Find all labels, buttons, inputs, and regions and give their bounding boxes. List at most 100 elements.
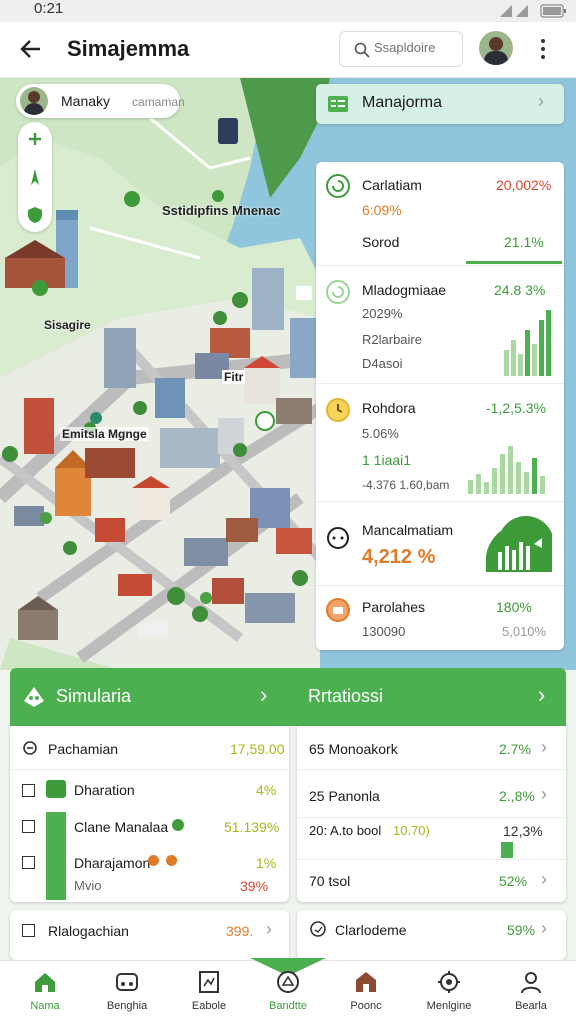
stat-sub: D4asoi bbox=[362, 356, 403, 371]
bus-icon bbox=[116, 973, 138, 991]
more-vert-icon[interactable] bbox=[539, 38, 547, 60]
simulation-row[interactable]: Dharajamon 1% Mvio 39% bbox=[10, 844, 289, 902]
map-label: Sisagire bbox=[44, 318, 91, 332]
nav-settings[interactable]: Menlgine bbox=[408, 960, 490, 1024]
signal-icon bbox=[500, 5, 528, 17]
stat-value: -1,2,5.3% bbox=[486, 400, 546, 416]
stat-card[interactable]: Carlatiam 20,002% 6:09% Sorod 21.1% bbox=[316, 162, 564, 266]
chevron-right-icon: › bbox=[541, 784, 547, 804]
simulation-row[interactable]: Dharation 4% bbox=[10, 770, 289, 808]
statistics-row[interactable]: 70 tsol 52% › bbox=[297, 860, 566, 902]
nav-simulation[interactable]: Bandtte bbox=[247, 960, 329, 1024]
stat-note: Sorod bbox=[362, 234, 400, 250]
home-icon bbox=[35, 973, 55, 992]
stat-title: Mladogmiaae bbox=[362, 282, 447, 298]
simulation-row[interactable]: Clane Manalaa 51.139% bbox=[10, 808, 289, 844]
statistics-card: 65 Monoakork 2.7% › 25 Panonla 2.,8% › 2… bbox=[297, 726, 566, 902]
layers-panel-button[interactable]: Manajorma › bbox=[316, 84, 564, 124]
stat-card[interactable]: Rohdora -1,2,5.3% 5.06% 1 1iaai1 -4.376 … bbox=[316, 384, 564, 502]
building-icon bbox=[356, 972, 376, 992]
stat-card[interactable]: Mancalmatiam 4,212 % bbox=[316, 502, 564, 586]
nav-label: Nama bbox=[30, 1000, 60, 1012]
row-label: Clane Manalaa bbox=[74, 819, 169, 835]
nav-label: Eabole bbox=[191, 1000, 227, 1012]
nav-label: Benghia bbox=[106, 1000, 148, 1012]
map-label: Emitsla Mgnge bbox=[60, 427, 149, 441]
checkbox[interactable] bbox=[22, 856, 35, 869]
stat-title: Parolahes bbox=[362, 599, 426, 615]
avatar[interactable] bbox=[479, 31, 513, 65]
row-value: 59% bbox=[507, 922, 536, 938]
stat-sub: 6:09% bbox=[362, 202, 402, 218]
stat-title: Carlatiam bbox=[362, 177, 422, 193]
row-label: Dharajamon bbox=[74, 855, 151, 871]
chevron-right-icon: › bbox=[538, 682, 546, 707]
status-dot bbox=[148, 855, 159, 866]
row-label: Pachamian bbox=[48, 741, 119, 757]
nav-buildings[interactable]: Poonc bbox=[325, 960, 407, 1024]
compass-icon[interactable] bbox=[26, 168, 44, 186]
stat-value: 24.8 3% bbox=[494, 282, 546, 298]
row-label: Dharation bbox=[74, 782, 135, 798]
stat-sub: R2larbaire bbox=[362, 332, 422, 347]
back-arrow-icon[interactable] bbox=[20, 38, 42, 60]
checkbox[interactable] bbox=[22, 924, 35, 937]
statistics-row[interactable]: 25 Panonla 2.,8% › bbox=[297, 770, 566, 818]
user-icon bbox=[521, 972, 541, 994]
checkbox[interactable] bbox=[22, 820, 35, 833]
zoom-in-icon[interactable] bbox=[27, 131, 43, 147]
simulation-row[interactable]: Pachamian 17,59.00 bbox=[10, 726, 289, 770]
row-value: 51.139% bbox=[224, 819, 280, 835]
simulation-footer-row[interactable]: Rlalogachian 399. › bbox=[10, 910, 289, 960]
refresh-icon bbox=[326, 280, 350, 304]
row-value: 17,59.00 bbox=[230, 741, 285, 757]
user-chip[interactable]: Manaky camaman bbox=[16, 84, 185, 118]
nav-transport[interactable]: Benghia bbox=[86, 960, 168, 1024]
row-value: 399. bbox=[226, 923, 254, 939]
nav-label: Bandtte bbox=[269, 1000, 307, 1012]
nav-profile[interactable]: Bearla bbox=[490, 960, 572, 1024]
status-time: 0:21 bbox=[34, 0, 64, 17]
simulation-tab[interactable]: Simularia › bbox=[10, 668, 288, 726]
stat-value: 4,212 % bbox=[362, 546, 436, 568]
shield-icon[interactable] bbox=[26, 206, 44, 224]
search-icon bbox=[354, 42, 370, 58]
row-value: 1% bbox=[256, 855, 277, 871]
stat-value: 20,002% bbox=[496, 177, 552, 193]
stat-sub: -4.376 1.60,bam bbox=[362, 478, 450, 492]
stat-sub: 5.06% bbox=[362, 426, 399, 441]
app-bar: Simajemma bbox=[0, 22, 576, 78]
bar-sparkline bbox=[468, 446, 545, 494]
layers-panel-label: Manajorma bbox=[362, 94, 443, 111]
chat-icon bbox=[327, 527, 349, 549]
stat-title: Mancalmatiam bbox=[362, 522, 454, 538]
row-label: 25 Panonla bbox=[309, 788, 380, 804]
status-dot bbox=[166, 855, 177, 866]
stat-title: Rohdora bbox=[362, 400, 416, 416]
nav-documents[interactable]: Eabole bbox=[168, 960, 250, 1024]
stat-card[interactable]: Parolahes 180% 130090 5,010% bbox=[316, 586, 564, 650]
bar-sparkline bbox=[504, 310, 551, 376]
statistics-tab[interactable]: Rrtatiossi › bbox=[300, 668, 566, 726]
nav-label: Bearla bbox=[515, 1000, 547, 1012]
row-value: 52% bbox=[499, 873, 528, 889]
flag-icon bbox=[46, 780, 66, 798]
row-sub: Mvio bbox=[74, 878, 102, 893]
search-input[interactable] bbox=[374, 40, 456, 55]
statistics-title: Rrtatiossi bbox=[308, 686, 384, 706]
statistics-footer-row[interactable]: Clarlodeme 59% › bbox=[297, 910, 566, 960]
statistics-row[interactable]: 65 Monoakork 2.7% › bbox=[297, 726, 566, 770]
checkbox[interactable] bbox=[22, 784, 35, 797]
stat-card[interactable]: Mladogmiaae 24.8 3% 2029% R2larbaire D4a… bbox=[316, 266, 564, 384]
search-box[interactable] bbox=[339, 31, 463, 67]
layers-icon bbox=[328, 96, 348, 112]
nav-home[interactable]: Nama bbox=[4, 960, 86, 1024]
statistics-row[interactable]: 20: A.to bool 10.70) 12,3% bbox=[297, 818, 566, 860]
chevron-right-icon: › bbox=[541, 869, 547, 889]
user-role: camaman bbox=[132, 95, 185, 109]
nav-label: Poonc bbox=[350, 1000, 382, 1012]
progress-bar bbox=[466, 261, 562, 264]
row-label: Clarlodeme bbox=[335, 922, 407, 938]
map-controls bbox=[18, 122, 52, 232]
map-label: Sstidipfins Mnenac bbox=[162, 203, 281, 218]
